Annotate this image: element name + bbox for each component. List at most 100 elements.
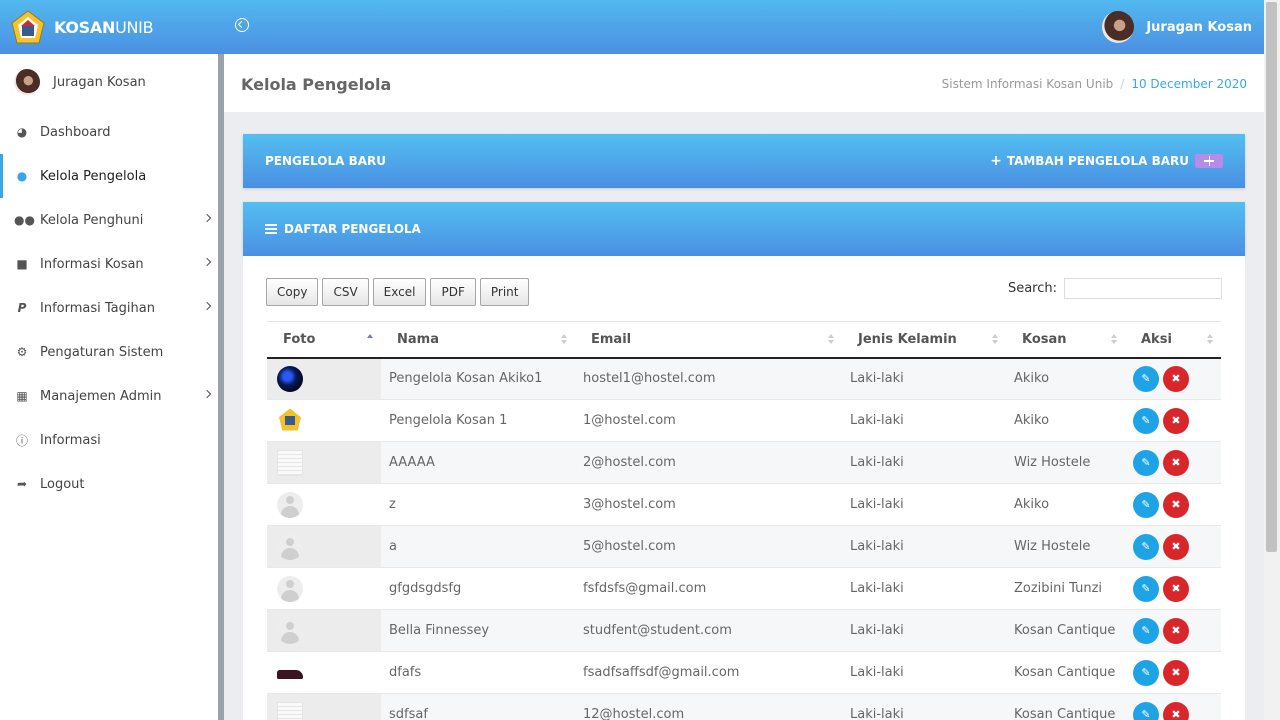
aksi-cell: ✎ ✖ — [1125, 651, 1221, 694]
column-foto[interactable]: Foto — [267, 321, 381, 359]
edit-button[interactable]: ✎ — [1133, 407, 1159, 434]
email-cell: 3@hostel.com — [575, 483, 842, 526]
delete-button[interactable]: ✖ — [1163, 449, 1189, 476]
user-menu[interactable]: Juragan Kosan — [1102, 11, 1252, 43]
photo-cell — [267, 441, 381, 484]
kosan-cell: Kosan Cantique — [1006, 693, 1125, 720]
brand[interactable]: KOSANUNIB — [0, 0, 224, 54]
edit-button[interactable]: ✎ — [1133, 575, 1159, 602]
paypal-icon: P — [17, 301, 27, 315]
jenis-kelamin-cell: Laki-laki — [842, 399, 1006, 442]
sidebar: Juragan Kosan ◕ Dashboard ● Kelola Penge… — [0, 54, 218, 720]
sidebar-item-dashboard[interactable]: ◕ Dashboard — [0, 110, 218, 154]
kosan-cell: Akiko — [1006, 483, 1125, 526]
nama-cell: z — [381, 483, 575, 526]
print-button[interactable]: Print — [479, 278, 530, 306]
delete-button[interactable]: ✖ — [1163, 659, 1189, 686]
edit-button[interactable]: ✎ — [1133, 533, 1159, 560]
sidebar-item-manajemen-admin[interactable]: ▦ Manajemen Admin — [0, 374, 218, 418]
edit-button[interactable]: ✎ — [1133, 449, 1159, 476]
edit-button[interactable]: ✎ — [1133, 491, 1159, 518]
plus-icon: + — [990, 153, 1002, 169]
sidebar-item-pengaturan-sistem[interactable]: ⚙ Pengaturan Sistem — [0, 330, 218, 374]
sidebar-item-kelola-penghuni[interactable]: ●● Kelola Penghuni — [0, 198, 218, 242]
kosan-cell: Kosan Cantique — [1006, 651, 1125, 694]
photo-cell — [267, 693, 381, 720]
delete-button[interactable]: ✖ — [1163, 701, 1189, 720]
sidebar-item-label: Kelola Pengelola — [40, 168, 147, 184]
edit-button[interactable]: ✎ — [1133, 659, 1159, 686]
sidebar-item-informasi-kosan[interactable]: ■ Informasi Kosan — [0, 242, 218, 286]
column-jenis-kelamin[interactable]: Jenis Kelamin — [842, 321, 1006, 359]
card-title: DAFTAR PENGELOLA — [284, 222, 421, 236]
column-label: Aksi — [1141, 331, 1172, 347]
pengelola-photo — [277, 449, 303, 476]
chevron-right-icon — [202, 257, 212, 267]
sidebar-item-logout[interactable]: ➦ Logout — [0, 462, 218, 506]
jenis-kelamin-cell: Laki-laki — [842, 693, 1006, 720]
delete-button[interactable]: ✖ — [1163, 491, 1189, 518]
breadcrumb-site[interactable]: Sistem Informasi Kosan Unib — [942, 77, 1114, 91]
add-pengelola-button[interactable]: + TAMBAH PENGELOLA BARU — [990, 153, 1223, 169]
sort-icon — [561, 334, 567, 344]
delete-button[interactable]: ✖ — [1163, 407, 1189, 434]
email-cell: 12@hostel.com — [575, 693, 842, 720]
table-row: a 5@hostel.com Laki-laki Wiz Hostele ✎ ✖ — [267, 525, 1221, 568]
kosan-cell: Akiko — [1006, 399, 1125, 442]
kosan-cell: Akiko — [1006, 357, 1125, 400]
table-row: AAAAA 2@hostel.com Laki-laki Wiz Hostele… — [267, 441, 1221, 484]
default-user-photo — [277, 533, 303, 560]
delete-button[interactable]: ✖ — [1163, 533, 1189, 560]
pdf-button[interactable]: PDF — [430, 278, 476, 306]
edit-button[interactable]: ✎ — [1133, 617, 1159, 644]
excel-button[interactable]: Excel — [372, 278, 427, 306]
delete-button[interactable]: ✖ — [1163, 617, 1189, 644]
table-row: z 3@hostel.com Laki-laki Akiko ✎ ✖ — [267, 483, 1221, 526]
sidebar-item-label: Kelola Penghuni — [40, 212, 144, 228]
email-cell: 1@hostel.com — [575, 399, 842, 442]
sidebar-item-informasi[interactable]: ⓘ Informasi — [0, 418, 218, 462]
column-nama[interactable]: Nama — [381, 321, 575, 359]
cubes-icon: ▦ — [16, 389, 28, 403]
sidebar-item-label: Informasi — [40, 432, 101, 448]
jenis-kelamin-cell: Laki-laki — [842, 651, 1006, 694]
nama-cell: sdfsaf — [381, 693, 575, 720]
email-cell: 2@hostel.com — [575, 441, 842, 484]
export-buttons: Copy CSV Excel PDF Print — [266, 278, 533, 306]
search-input[interactable] — [1064, 278, 1222, 299]
breadcrumb-date: 10 December 2020 — [1131, 77, 1247, 91]
sidebar-toggle-icon[interactable] — [235, 18, 249, 32]
sort-icon — [992, 334, 998, 344]
delete-button[interactable]: ✖ — [1163, 575, 1189, 602]
aksi-cell: ✎ ✖ — [1125, 441, 1221, 484]
edit-button[interactable]: ✎ — [1133, 701, 1159, 720]
sidebar-item-informasi-tagihan[interactable]: P Informasi Tagihan — [0, 286, 218, 330]
column-aksi[interactable]: Aksi — [1125, 321, 1221, 359]
edit-button[interactable]: ✎ — [1133, 365, 1159, 392]
top-navbar: KOSANUNIB Juragan Kosan — [0, 0, 1264, 54]
jenis-kelamin-cell: Laki-laki — [842, 567, 1006, 610]
csv-button[interactable]: CSV — [322, 278, 369, 306]
photo-cell — [267, 567, 381, 610]
email-cell: hostel1@hostel.com — [575, 357, 842, 400]
email-cell: fsadfsaffsdf@gmail.com — [575, 651, 842, 694]
nama-cell: Pengelola Kosan Akiko1 — [381, 357, 575, 400]
default-user-photo — [277, 575, 303, 602]
copy-button[interactable]: Copy — [266, 278, 319, 306]
scrollbar-thumb[interactable] — [1266, 2, 1277, 552]
table-row: gfgdsgdsfg fsfdsfs@gmail.com Laki-laki Z… — [267, 567, 1221, 610]
delete-button[interactable]: ✖ — [1163, 365, 1189, 392]
jenis-kelamin-cell: Laki-laki — [842, 609, 1006, 652]
pengelola-photo — [277, 408, 303, 434]
nama-cell: Pengelola Kosan 1 — [381, 399, 575, 442]
aksi-cell: ✎ ✖ — [1125, 399, 1221, 442]
daftar-pengelola-body: Copy CSV Excel PDF Print Search: Foto Na… — [243, 256, 1245, 720]
sort-icon — [1111, 334, 1117, 344]
sidebar-item-kelola-pengelola[interactable]: ● Kelola Pengelola — [0, 154, 218, 198]
kosan-cell: Zozibini Tunzi — [1006, 567, 1125, 610]
column-email[interactable]: Email — [575, 321, 842, 359]
jenis-kelamin-cell: Laki-laki — [842, 441, 1006, 484]
sidebar-item-label: Manajemen Admin — [40, 388, 162, 404]
pengelola-photo — [277, 660, 303, 686]
column-kosan[interactable]: Kosan — [1006, 321, 1125, 359]
